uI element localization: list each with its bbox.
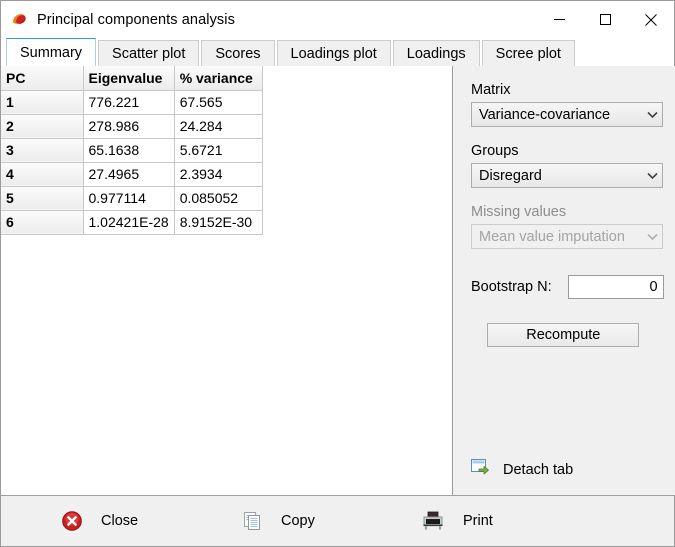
matrix-value: Variance-covariance <box>479 106 611 123</box>
tab-label: Scree plot <box>495 45 561 62</box>
column-header-pc: PC <box>1 66 84 91</box>
close-circle-icon <box>61 510 83 532</box>
column-header-eigenvalue: Eigenvalue <box>83 66 175 91</box>
matrix-select[interactable]: Variance-covariance <box>471 102 663 127</box>
cell-variance: 67.565 <box>174 90 263 115</box>
bootstrap-label: Bootstrap N: <box>471 279 552 295</box>
pca-window: Principal components analysis Summary Sc… <box>0 0 675 547</box>
groups-label: Groups <box>471 143 519 159</box>
missing-values-value: Mean value imputation <box>479 228 625 245</box>
detach-tab-label: Detach tab <box>503 462 574 478</box>
cell-pc: 1 <box>1 90 84 115</box>
table-row[interactable]: 1 776.221 67.565 <box>1 90 263 115</box>
cell-eigenvalue: 1.02421E-28 <box>83 210 175 235</box>
options-panel: Matrix Variance-covariance Groups Disreg… <box>453 66 675 495</box>
cell-variance: 8.9152E-30 <box>174 210 263 235</box>
cell-pc: 2 <box>1 114 84 139</box>
bootstrap-input[interactable] <box>567 275 664 299</box>
table-row[interactable]: 5 0.977114 0.085052 <box>1 186 263 211</box>
content-area: PC Eigenvalue % variance 1 776.221 67.56… <box>1 65 675 495</box>
cell-pc: 4 <box>1 162 84 187</box>
cell-pc: 6 <box>1 210 84 235</box>
groups-value: Disregard <box>479 167 542 184</box>
table-row[interactable]: 2 278.986 24.284 <box>1 114 263 139</box>
eigenvalue-table[interactable]: PC Eigenvalue % variance 1 776.221 67.56… <box>1 66 263 235</box>
tab-bar: Summary Scatter plot Scores Loadings plo… <box>1 38 674 66</box>
cell-pc: 3 <box>1 138 84 163</box>
window-controls <box>536 1 674 38</box>
cell-pc: 5 <box>1 186 84 211</box>
recompute-row: Recompute <box>471 323 664 347</box>
tab-label: Scores <box>215 45 261 62</box>
tab-label: Summary <box>20 44 83 61</box>
table-row[interactable]: 6 1.02421E-28 8.9152E-30 <box>1 210 263 235</box>
detach-tab-button[interactable]: Detach tab <box>471 459 573 481</box>
column-header-variance: % variance <box>174 66 263 91</box>
table-row[interactable]: 3 65.1638 5.6721 <box>1 138 263 163</box>
recompute-button[interactable]: Recompute <box>487 323 640 347</box>
cell-variance: 5.6721 <box>174 138 263 163</box>
copy-pages-icon <box>241 510 263 532</box>
minimize-button[interactable] <box>536 1 582 38</box>
close-button[interactable]: Close <box>61 496 138 546</box>
cell-variance: 2.3934 <box>174 162 263 187</box>
maximize-button[interactable] <box>582 1 628 38</box>
bottom-toolbar: Close Copy Print <box>1 495 674 546</box>
copy-button[interactable]: Copy <box>241 496 315 546</box>
title-bar: Principal components analysis <box>1 1 674 38</box>
past-shell-icon <box>11 11 28 28</box>
cell-variance: 0.085052 <box>174 186 263 211</box>
missing-values-label: Missing values <box>471 204 567 220</box>
close-window-button[interactable] <box>628 1 674 38</box>
cell-eigenvalue: 27.4965 <box>83 162 175 187</box>
bootstrap-row: Bootstrap N: <box>471 275 664 299</box>
cell-eigenvalue: 776.221 <box>83 90 175 115</box>
print-label: Print <box>463 513 493 529</box>
cell-variance: 24.284 <box>174 114 263 139</box>
cell-eigenvalue: 278.986 <box>83 114 175 139</box>
detach-tab-icon <box>471 459 490 481</box>
tab-loadings-plot[interactable]: Loadings plot <box>276 40 391 66</box>
cell-eigenvalue: 0.977114 <box>83 186 175 211</box>
tab-label: Loadings plot <box>290 45 377 62</box>
printer-icon <box>421 510 445 532</box>
window-title: Principal components analysis <box>37 11 235 28</box>
copy-label: Copy <box>281 513 315 529</box>
chevron-down-icon <box>647 107 658 123</box>
tab-scores[interactable]: Scores <box>201 40 275 66</box>
tab-scree-plot[interactable]: Scree plot <box>481 40 575 66</box>
matrix-label: Matrix <box>471 82 511 98</box>
tab-scatter-plot[interactable]: Scatter plot <box>98 40 200 66</box>
summary-table-pane: PC Eigenvalue % variance 1 776.221 67.56… <box>1 66 453 495</box>
tab-loadings[interactable]: Loadings <box>392 40 480 66</box>
table-row[interactable]: 4 27.4965 2.3934 <box>1 162 263 187</box>
table-header-row: PC Eigenvalue % variance <box>1 66 263 91</box>
print-button[interactable]: Print <box>421 496 493 546</box>
chevron-down-icon <box>647 168 658 184</box>
cell-eigenvalue: 65.1638 <box>83 138 175 163</box>
chevron-down-icon <box>647 229 658 245</box>
missing-values-select: Mean value imputation <box>471 224 663 249</box>
tab-label: Scatter plot <box>112 45 186 62</box>
tab-summary[interactable]: Summary <box>6 38 97 66</box>
tab-label: Loadings <box>406 45 466 62</box>
groups-select[interactable]: Disregard <box>471 163 663 188</box>
close-label: Close <box>101 513 139 529</box>
